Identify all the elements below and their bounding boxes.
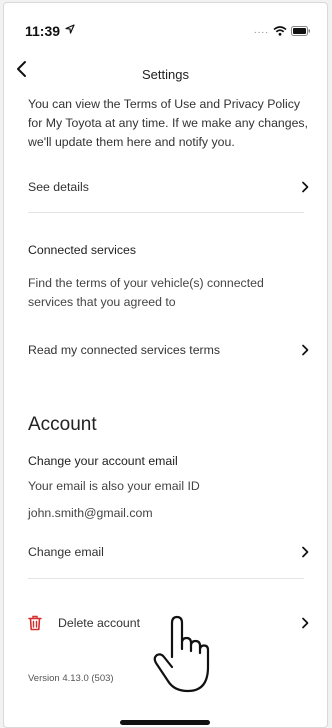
status-time: 11:39 <box>25 23 61 39</box>
see-details-label: See details <box>28 180 89 194</box>
connected-services-description: Find the terms of your vehicle(s) connec… <box>28 276 264 309</box>
location-arrow-icon <box>65 24 75 34</box>
hand-pointer-icon <box>153 615 210 693</box>
status-bar: 11:39 .... <box>4 3 327 47</box>
account-section-title: Account <box>28 414 97 435</box>
chevron-right-icon <box>302 546 309 558</box>
home-indicator <box>120 720 210 725</box>
page-title: Settings <box>142 67 189 82</box>
terms-description: You can view the Terms of Use and Privac… <box>28 97 308 149</box>
status-indicators: .... <box>254 25 311 36</box>
change-email-row[interactable]: Change email <box>28 539 310 565</box>
read-connected-terms-label: Read my connected services terms <box>28 343 221 357</box>
battery-icon <box>291 25 310 36</box>
signal-dots: .... <box>253 25 269 36</box>
phone-screen: 11:39 .... Settings You can view the Ter… <box>3 2 328 728</box>
see-details-row[interactable]: See details <box>28 174 310 200</box>
chevron-right-icon <box>302 181 309 193</box>
nav-bar: Settings <box>4 58 327 88</box>
chevron-right-icon <box>302 617 309 629</box>
trash-icon <box>28 615 42 631</box>
connected-services-heading: Connected services <box>28 243 136 257</box>
change-email-heading: Change your account email <box>28 454 178 468</box>
wifi-icon <box>273 25 287 36</box>
divider <box>28 212 304 213</box>
account-email: john.smith@gmail.com <box>28 506 153 520</box>
chevron-right-icon <box>302 344 309 356</box>
email-note: Your email is also your email ID <box>28 479 200 493</box>
read-connected-terms-row[interactable]: Read my connected services terms <box>28 337 310 363</box>
divider <box>28 578 304 579</box>
app-version: Version 4.13.0 (503) <box>28 673 114 684</box>
change-email-label: Change email <box>28 545 104 559</box>
